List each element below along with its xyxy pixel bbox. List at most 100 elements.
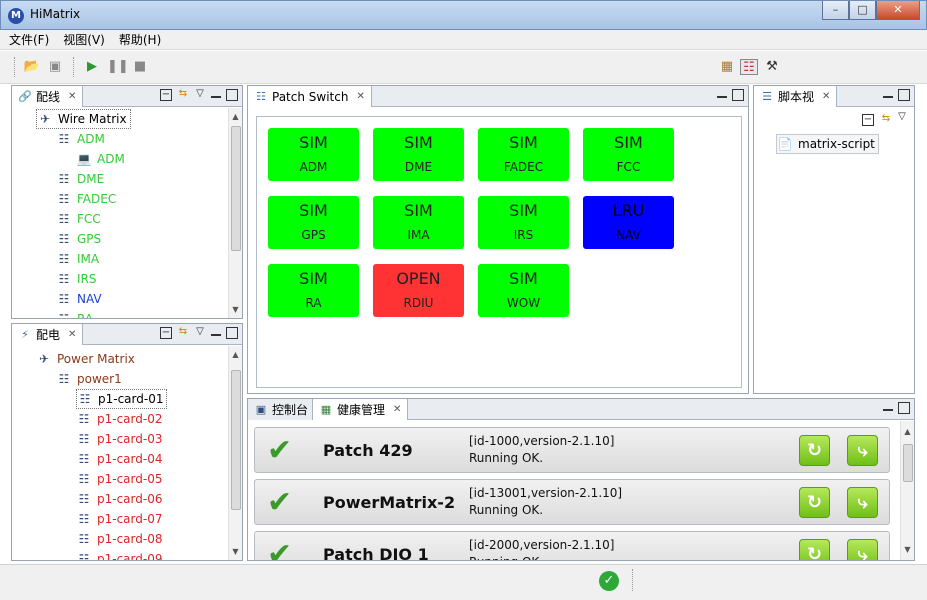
scroll-up-icon[interactable]: ▲	[229, 110, 242, 123]
patch-switch-button[interactable]: SIM RA	[268, 264, 359, 317]
patch-switch-button[interactable]: SIM ADM	[268, 128, 359, 181]
maximize-view-icon[interactable]	[898, 89, 910, 101]
patch-switch-button[interactable]: SIM FADEC	[478, 128, 569, 181]
tree-item-card[interactable]: ☷ p1-card-07	[76, 509, 163, 529]
tree-item-power1[interactable]: ☷ power1	[56, 369, 122, 389]
link-editor-icon[interactable]: ⇆	[177, 327, 189, 339]
scroll-up-icon[interactable]: ▲	[901, 425, 914, 438]
maximize-view-icon[interactable]	[226, 89, 238, 101]
minimize-view-icon[interactable]	[883, 403, 893, 411]
patch-switch-button[interactable]: OPEN RDIU	[373, 264, 464, 317]
minimize-view-icon[interactable]	[717, 90, 727, 98]
menu-help[interactable]: 帮助(H)	[119, 31, 161, 48]
tree-node-icon: ☷	[58, 252, 70, 266]
maximize-window-button[interactable]: □	[849, 1, 876, 20]
scroll-down-icon[interactable]: ▼	[901, 543, 914, 556]
refresh-button[interactable]: ↻	[799, 539, 830, 560]
view-menu-icon[interactable]: ▽	[194, 89, 206, 101]
close-icon[interactable]: ✕	[393, 404, 401, 415]
maximize-view-icon[interactable]	[898, 402, 910, 414]
close-icon[interactable]: ✕	[68, 329, 76, 340]
tree-item-label: DME	[77, 172, 105, 186]
tree-item-card[interactable]: ☷ p1-card-06	[76, 489, 163, 509]
new-perspective-icon[interactable]: ▦	[718, 59, 736, 75]
tree-item-wire[interactable]: ☷ GPS	[56, 229, 102, 249]
stop-icon[interactable]: ■	[131, 59, 149, 75]
tree-item-card[interactable]: ☷ p1-card-02	[76, 409, 163, 429]
power-tree-scrollbar[interactable]: ▲ ▼	[228, 346, 242, 560]
restart-button[interactable]: ⤷	[847, 539, 878, 560]
refresh-button[interactable]: ↻	[799, 487, 830, 518]
restart-button[interactable]: ⤷	[847, 487, 878, 518]
tree-item-wire-matrix[interactable]: ✈ Wire Matrix	[36, 109, 131, 129]
tab-script[interactable]: ☰ 脚本视 ✕	[754, 86, 838, 107]
tree-item-wire[interactable]: ☷ IRS	[56, 269, 97, 289]
matrix-perspective-icon[interactable]: ☷	[740, 59, 758, 75]
refresh-button[interactable]: ↻	[799, 435, 830, 466]
patch-switch-button[interactable]: SIM GPS	[268, 196, 359, 249]
patch-switch-button[interactable]: SIM IRS	[478, 196, 569, 249]
view-menu-icon[interactable]: ▽	[194, 327, 206, 339]
close-icon[interactable]: ✕	[356, 91, 364, 102]
minimize-view-icon[interactable]	[883, 90, 893, 98]
tab-power[interactable]: ⚡ 配电 ✕	[12, 324, 84, 345]
scrollbar-thumb[interactable]	[231, 370, 241, 510]
tree-item-card[interactable]: ☷ p1-card-05	[76, 469, 163, 489]
patch-switch-button[interactable]: SIM FCC	[583, 128, 674, 181]
view-menu-icon[interactable]: ▽	[896, 112, 908, 124]
scroll-down-icon[interactable]: ▼	[229, 545, 242, 558]
tree-item-wire[interactable]: ☷ FCC	[56, 209, 101, 229]
collapse-all-icon[interactable]: −	[160, 89, 172, 101]
menu-file[interactable]: 文件(F)	[9, 31, 49, 48]
tree-item-wire[interactable]: ☷ FADEC	[56, 189, 117, 209]
run-icon[interactable]: ▶	[83, 59, 101, 75]
scroll-down-icon[interactable]: ▼	[229, 303, 242, 316]
tree-item-card[interactable]: ☷ p1-card-09	[76, 549, 163, 560]
scrollbar-thumb[interactable]	[903, 444, 913, 482]
maximize-view-icon[interactable]	[732, 89, 744, 101]
tab-console[interactable]: ▣ 控制台	[248, 399, 315, 420]
minimize-window-button[interactable]: –	[822, 1, 849, 20]
tree-item-card[interactable]: ☷ p1-card-03	[76, 429, 163, 449]
tree-item-wire[interactable]: ☷ DME	[56, 169, 105, 189]
open-folder-icon[interactable]: 📂	[23, 59, 41, 75]
close-icon[interactable]: ✕	[68, 91, 76, 102]
tree-item-wire[interactable]: ☷ NAV	[56, 289, 102, 309]
maximize-view-icon[interactable]	[226, 327, 238, 339]
patch-switch-button[interactable]: SIM WOW	[478, 264, 569, 317]
scrollbar-thumb[interactable]	[231, 126, 241, 251]
tree-item-wire[interactable]: ☷ ADM	[56, 129, 105, 149]
collapse-all-icon[interactable]: −	[160, 327, 172, 339]
tab-health[interactable]: ▦ 健康管理 ✕	[312, 399, 409, 420]
tree-node-icon: ☷	[58, 132, 70, 146]
close-window-button[interactable]: ✕	[876, 1, 920, 20]
scroll-up-icon[interactable]: ▲	[229, 348, 242, 361]
link-editor-icon[interactable]: ⇆	[177, 89, 189, 101]
tab-wire[interactable]: 🔗 配线 ✕	[12, 86, 84, 107]
wire-tree-scrollbar[interactable]: ▲ ▼	[228, 108, 242, 318]
link-editor-icon[interactable]: ⇆	[880, 114, 892, 126]
tree-item-card[interactable]: ☷ p1-card-01	[76, 389, 168, 409]
tree-item-card[interactable]: ☷ p1-card-04	[76, 449, 163, 469]
tree-item-wire[interactable]: ☷ IMA	[56, 249, 100, 269]
save-icon[interactable]: ▣	[46, 59, 64, 75]
minimize-view-icon[interactable]	[211, 90, 221, 98]
close-icon[interactable]: ✕	[822, 91, 830, 102]
tree-item-wire[interactable]: ☷ RA	[56, 309, 93, 318]
restart-button[interactable]: ⤷	[847, 435, 878, 466]
status-separator	[632, 569, 633, 591]
minimize-view-icon[interactable]	[211, 328, 221, 336]
tree-item-power-matrix[interactable]: ✈ Power Matrix	[36, 349, 135, 369]
tree-item-matrix-script[interactable]: 📄 matrix-script	[776, 134, 879, 154]
pause-icon[interactable]: ❚❚	[107, 59, 129, 75]
tab-patch-switch[interactable]: ☷ Patch Switch ✕	[248, 86, 372, 107]
tree-item-card[interactable]: ☷ p1-card-08	[76, 529, 163, 549]
tools-icon[interactable]: ⚒	[763, 59, 781, 75]
patch-switch-button[interactable]: LRU NAV	[583, 196, 674, 249]
tree-item-wire[interactable]: 💻 ADM	[76, 149, 125, 169]
menu-view[interactable]: 视图(V)	[63, 31, 105, 48]
collapse-all-icon[interactable]: −	[862, 114, 874, 126]
patch-switch-button[interactable]: SIM IMA	[373, 196, 464, 249]
health-list-scrollbar[interactable]: ▲ ▼	[900, 421, 914, 560]
patch-switch-button[interactable]: SIM DME	[373, 128, 464, 181]
